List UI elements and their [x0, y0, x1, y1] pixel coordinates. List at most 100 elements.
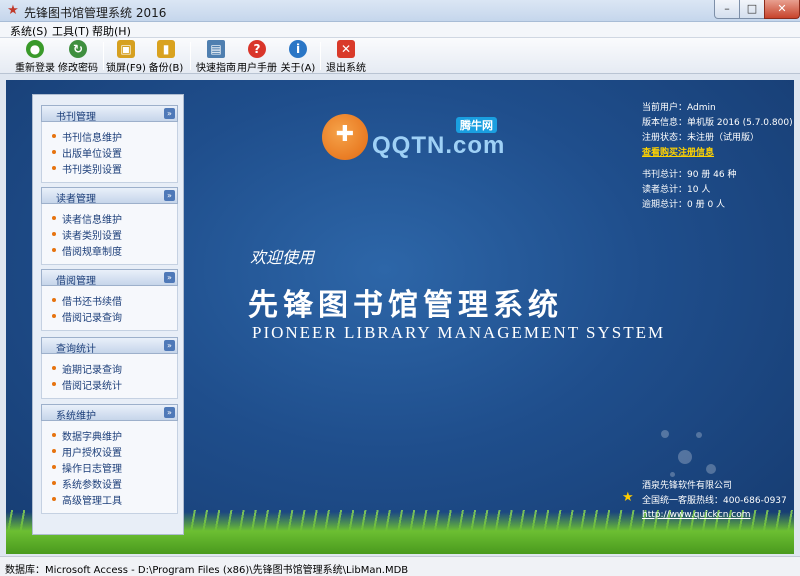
about-button[interactable]: i 关于(A) [280, 40, 316, 74]
change-password-icon: ↻ [69, 40, 87, 58]
purchase-register-link[interactable]: 查看购买注册信息 [642, 145, 792, 167]
exit-button[interactable]: ✕ 退出系统 [324, 40, 368, 74]
nav-item-reader-info[interactable]: 读者信息维护 [42, 210, 177, 226]
nav-item-label: 出版单位设置 [62, 149, 122, 160]
nav-item-book-info[interactable]: 书刊信息维护 [42, 128, 177, 144]
navigation-panel: 书刊管理 » 书刊信息维护 出版单位设置 书刊类别设置 读者管理 » 读者信息维… [32, 94, 184, 535]
about-label: 关于(A) [280, 63, 316, 74]
nav-group-readers: 读者管理 » 读者信息维护 读者类别设置 借阅规章制度 [41, 187, 178, 265]
nav-item-system-params[interactable]: 系统参数设置 [42, 475, 177, 491]
nav-item-publisher[interactable]: 出版单位设置 [42, 144, 177, 160]
system-title-english: PIONEER LIBRARY MANAGEMENT SYSTEM [252, 323, 666, 342]
nav-item-label: 逾期记录查询 [62, 365, 122, 376]
nav-item-operation-log[interactable]: 操作日志管理 [42, 459, 177, 475]
nav-item-label: 借阅规章制度 [62, 247, 122, 258]
nav-group-title: 借阅管理 [56, 276, 96, 287]
nav-item-reader-category[interactable]: 读者类别设置 [42, 226, 177, 242]
bullet-icon [52, 366, 56, 370]
nav-group-title: 系统维护 [56, 411, 96, 422]
relogin-button[interactable]: ● 重新登录 [12, 40, 58, 74]
collapse-arrow-icon[interactable]: » [164, 108, 175, 119]
quick-guide-label: 快速指南 [196, 63, 236, 74]
nav-group-statistics: 查询统计 » 逾期记录查询 借阅记录统计 [41, 337, 178, 399]
company-name: 酒泉先锋软件有限公司 [642, 481, 733, 491]
menu-help[interactable]: 帮助(H) [92, 23, 131, 39]
nav-item-label: 书刊类别设置 [62, 165, 122, 176]
bullet-icon [52, 314, 56, 318]
nav-item-book-category[interactable]: 书刊类别设置 [42, 160, 177, 176]
nav-item-borrow-stats[interactable]: 借阅记录统计 [42, 376, 177, 392]
website-link[interactable]: http://www.quickcn.com [642, 510, 751, 520]
nav-item-borrow-rules[interactable]: 借阅规章制度 [42, 242, 177, 258]
nav-group-header[interactable]: 书刊管理 » [41, 105, 178, 123]
change-password-label: 修改密码 [58, 63, 98, 74]
nav-group-body: 逾期记录查询 借阅记录统计 [41, 354, 178, 399]
window-title: 先锋图书馆管理系统 2016 [24, 6, 167, 20]
maximize-button[interactable]: □ [739, 0, 765, 19]
nav-item-label: 系统参数设置 [62, 480, 122, 491]
nav-group-header[interactable]: 系统维护 » [41, 404, 178, 422]
nav-item-borrow-query[interactable]: 借阅记录查询 [42, 308, 177, 324]
toolbar-separator [103, 42, 104, 70]
relogin-label: 重新登录 [15, 63, 55, 74]
nav-item-user-auth[interactable]: 用户授权设置 [42, 443, 177, 459]
hotline: 全国统一客服热线：400-686-0937 [642, 496, 787, 506]
app-logo-icon: ★ [7, 3, 19, 18]
nav-item-dictionary[interactable]: 数据字典维护 [42, 427, 177, 443]
overdue-total: 逾期总计：0 册 0 人 [642, 200, 726, 210]
nav-group-title: 查询统计 [56, 344, 96, 355]
backup-button[interactable]: ▮ 备份(B) [148, 40, 184, 74]
collapse-arrow-icon[interactable]: » [164, 272, 175, 283]
minimize-button[interactable]: – [714, 0, 740, 19]
user-manual-button[interactable]: ? 用户手册 [236, 40, 278, 74]
exit-icon: ✕ [337, 40, 355, 58]
nav-item-advanced-tools[interactable]: 高级管理工具 [42, 491, 177, 507]
status-bar: 数据库：Microsoft Access - D:\Program Files … [0, 556, 800, 576]
toolbar-separator [190, 42, 191, 70]
menu-tools[interactable]: 工具(T) [52, 23, 89, 39]
nav-group-maintenance: 系统维护 » 数据字典维护 用户授权设置 操作日志管理 系统参数设置 高级管理工… [41, 404, 178, 514]
exit-label: 退出系统 [326, 63, 366, 74]
decorative-bubble [661, 430, 669, 438]
nav-group-body: 数据字典维护 用户授权设置 操作日志管理 系统参数设置 高级管理工具 [41, 421, 178, 514]
lock-screen-button[interactable]: ▣ 锁屏(F9) [106, 40, 146, 74]
menu-system[interactable]: 系统(S) [10, 23, 48, 39]
reader-total: 读者总计：10 人 [642, 185, 711, 195]
nav-group-header[interactable]: 读者管理 » [41, 187, 178, 205]
collapse-arrow-icon[interactable]: » [164, 190, 175, 201]
nav-item-overdue-query[interactable]: 逾期记录查询 [42, 360, 177, 376]
nav-group-header[interactable]: 借阅管理 » [41, 269, 178, 287]
collapse-arrow-icon[interactable]: » [164, 407, 175, 418]
nav-group-header[interactable]: 查询统计 » [41, 337, 178, 355]
quick-guide-icon: ▤ [207, 40, 225, 58]
welcome-text: 欢迎使用 [250, 248, 315, 267]
bullet-icon [52, 449, 56, 453]
title-bar: ★ 先锋图书馆管理系统 2016 – □ ✕ [0, 0, 800, 22]
database-path: 数据库：Microsoft Access - D:\Program Files … [5, 565, 409, 576]
bullet-icon [52, 481, 56, 485]
user-login-icon: ● [26, 40, 44, 58]
bullet-icon [52, 232, 56, 236]
quick-guide-button[interactable]: ▤ 快速指南 [194, 40, 238, 74]
system-info: 当前用户：Admin 版本信息：单机版 2016 (5.7.0.800) 注册状… [642, 100, 793, 212]
version-info: 版本信息：单机版 2016 (5.7.0.800) [642, 118, 793, 128]
bullet-icon [52, 166, 56, 170]
book-total: 书刊总计：90 册 46 种 [642, 170, 737, 180]
bullet-icon [52, 497, 56, 501]
backup-label: 备份(B) [148, 63, 184, 74]
collapse-arrow-icon[interactable]: » [164, 340, 175, 351]
nav-item-label: 数据字典维护 [62, 432, 122, 443]
bullet-icon [52, 465, 56, 469]
logo-badge: 腾牛网 [456, 117, 497, 133]
nav-item-borrow-return[interactable]: 借书还书续借 [42, 292, 177, 308]
star-icon: ★ [622, 490, 634, 505]
bullet-icon [52, 298, 56, 302]
decorative-bubble [678, 450, 692, 464]
bullet-icon [52, 382, 56, 386]
change-password-button[interactable]: ↻ 修改密码 [56, 40, 100, 74]
close-button[interactable]: ✕ [764, 0, 800, 19]
bullet-icon [52, 216, 56, 220]
main-splash-area: 书刊管理 » 书刊信息维护 出版单位设置 书刊类别设置 读者管理 » 读者信息维… [6, 80, 794, 554]
nav-group-body: 读者信息维护 读者类别设置 借阅规章制度 [41, 204, 178, 265]
nav-item-label: 读者信息维护 [62, 215, 122, 226]
